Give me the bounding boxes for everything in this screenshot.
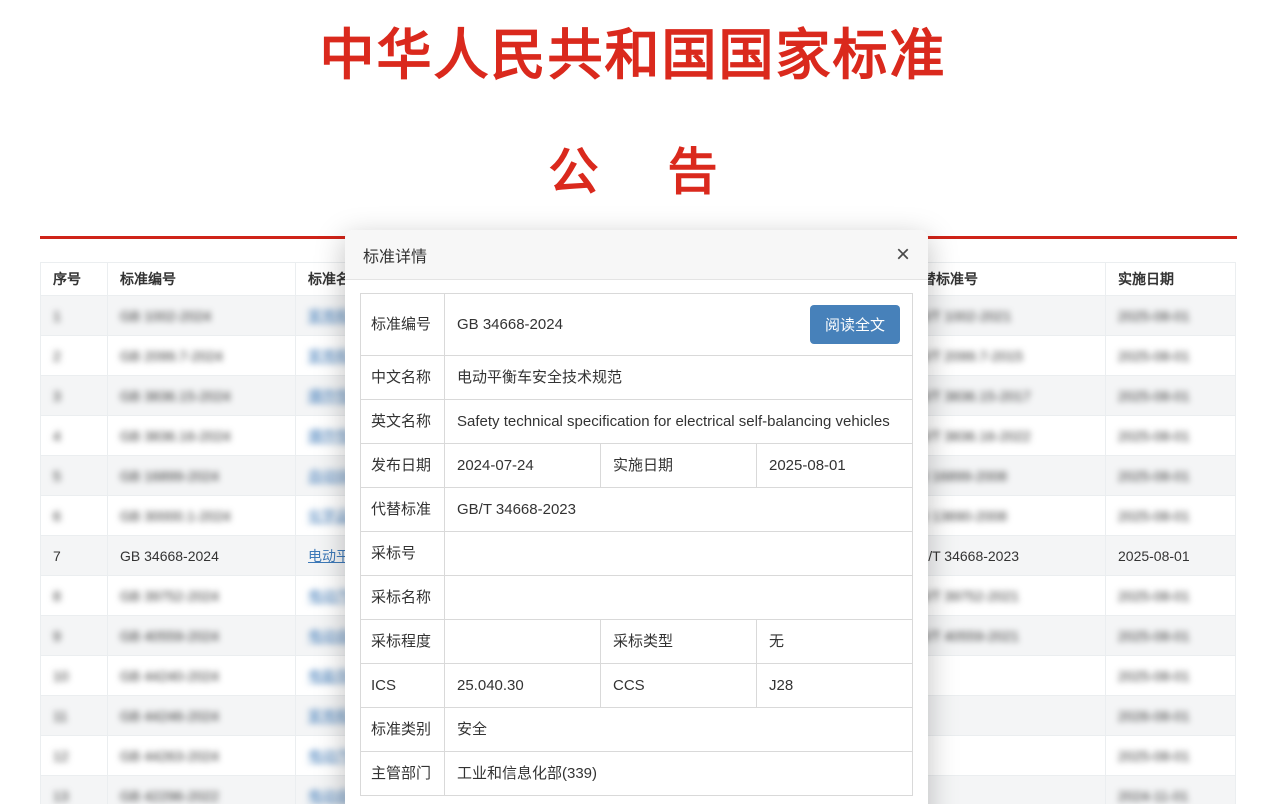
modal-header: 标准详情 × — [345, 230, 928, 280]
row-code: GB 1002-2024 — [120, 308, 211, 324]
row-code: GB 44240-2024 — [120, 668, 219, 684]
adopt-type-value: 无 — [757, 620, 913, 664]
field-label: ICS — [361, 664, 445, 708]
field-label: 中文名称 — [361, 356, 445, 400]
field-label: CCS — [601, 664, 757, 708]
row-seq: 10 — [53, 668, 69, 684]
adopt-degree-value — [445, 620, 601, 664]
row-code: GB 16899-2024 — [120, 468, 219, 484]
col-header-code: 标准编号 — [108, 263, 296, 296]
row-seq: 9 — [53, 628, 61, 644]
detail-row-replace: 代替标准 GB/T 34668-2023 — [361, 488, 913, 532]
standard-detail-modal: 标准详情 × 标准编号 GB 34668-2024 阅读全文 中文名称 电动平衡… — [345, 230, 928, 804]
row-seq: 1 — [53, 308, 61, 324]
row-date: 2025-08-01 — [1118, 428, 1190, 444]
row-seq: 2 — [53, 348, 61, 364]
row-seq: 8 — [53, 588, 61, 604]
row-code: GB 30000.1-2024 — [120, 508, 231, 524]
en-name-value: Safety technical specification for elect… — [445, 400, 913, 444]
detail-row-adopt-name: 采标名称 — [361, 576, 913, 620]
row-code: GB 44246-2024 — [120, 708, 219, 724]
page: 中华人民共和国国家标准 公 告 序号 标准编号 标准名称 代替标准号 实施日期 … — [0, 0, 1266, 804]
row-seq: 11 — [53, 708, 68, 724]
field-label: 代替标准 — [361, 488, 445, 532]
row-date: 2025-08-01 — [1118, 308, 1190, 324]
field-label: 实施日期 — [601, 444, 757, 488]
publish-date-value: 2024-07-24 — [445, 444, 601, 488]
ccs-value: J28 — [757, 664, 913, 708]
row-date: 2025-08-01 — [1118, 588, 1190, 604]
col-header-seq: 序号 — [41, 263, 108, 296]
adopt-name-value — [445, 576, 913, 620]
row-code: GB 42296-2022 — [120, 788, 219, 804]
row-seq: 5 — [53, 468, 61, 484]
page-title: 中华人民共和国国家标准 — [0, 10, 1266, 90]
field-label: 采标名称 — [361, 576, 445, 620]
row-seq: 6 — [53, 508, 61, 524]
adopt-no-value — [445, 532, 913, 576]
cn-name-value: 电动平衡车安全技术规范 — [445, 356, 913, 400]
modal-body: 标准编号 GB 34668-2024 阅读全文 中文名称 电动平衡车安全技术规范… — [345, 280, 928, 804]
detail-row-category: 标准类别 安全 — [361, 708, 913, 752]
row-code: GB 2099.7-2024 — [120, 348, 223, 364]
field-label: 采标号 — [361, 532, 445, 576]
detail-row-adopt: 采标程度 采标类型 无 — [361, 620, 913, 664]
row-seq: 13 — [53, 788, 69, 804]
row-code: GB 44263-2024 — [120, 748, 219, 764]
row-date: 2026-08-01 — [1118, 708, 1190, 724]
detail-row-ics: ICS 25.040.30 CCS J28 — [361, 664, 913, 708]
detail-row-dept: 主管部门 工业和信息化部(339) — [361, 752, 913, 796]
close-icon[interactable]: × — [896, 243, 910, 267]
field-label: 标准编号 — [361, 294, 445, 356]
row-date: 2025-08-01 — [1118, 668, 1190, 684]
row-code: GB 39752-2024 — [120, 588, 219, 604]
row-code: GB 3836.16-2024 — [120, 428, 231, 444]
row-seq: 3 — [53, 388, 61, 404]
detail-row-adopt-no: 采标号 — [361, 532, 913, 576]
standard-code-value: GB 34668-2024 — [457, 314, 563, 335]
field-label: 采标类型 — [601, 620, 757, 664]
modal-title: 标准详情 — [363, 243, 427, 267]
row-date: 2025-08-01 — [1118, 468, 1190, 484]
row-seq: 7 — [53, 548, 61, 564]
replace-value: GB/T 34668-2023 — [445, 488, 913, 532]
detail-row-dates: 发布日期 2024-07-24 实施日期 2025-08-01 — [361, 444, 913, 488]
row-date: 2025-08-01 — [1118, 348, 1190, 364]
row-date: 2024-11-01 — [1118, 788, 1189, 804]
row-code: GB 34668-2024 — [120, 548, 219, 564]
row-seq: 4 — [53, 428, 61, 444]
field-label: 主管部门 — [361, 752, 445, 796]
detail-row-en-name: 英文名称 Safety technical specification for … — [361, 400, 913, 444]
dept-value: 工业和信息化部(339) — [445, 752, 913, 796]
row-date: 2025-08-01 — [1118, 628, 1190, 644]
field-label: 标准类别 — [361, 708, 445, 752]
row-code: GB 3836.15-2024 — [120, 388, 231, 404]
row-date: 2025-08-01 — [1118, 548, 1190, 564]
detail-table: 标准编号 GB 34668-2024 阅读全文 中文名称 电动平衡车安全技术规范… — [360, 293, 913, 796]
col-header-date: 实施日期 — [1106, 263, 1236, 296]
read-full-text-button[interactable]: 阅读全文 — [810, 305, 900, 344]
implement-date-value: 2025-08-01 — [757, 444, 913, 488]
row-seq: 12 — [53, 748, 69, 764]
field-label: 英文名称 — [361, 400, 445, 444]
row-date: 2025-08-01 — [1118, 748, 1190, 764]
page-subtitle: 公 告 — [0, 132, 1266, 204]
detail-row-code: 标准编号 GB 34668-2024 阅读全文 — [361, 294, 913, 356]
row-date: 2025-08-01 — [1118, 508, 1190, 524]
row-date: 2025-08-01 — [1118, 388, 1190, 404]
row-code: GB 40559-2024 — [120, 628, 219, 644]
field-label: 采标程度 — [361, 620, 445, 664]
category-value: 安全 — [445, 708, 913, 752]
ics-value: 25.040.30 — [445, 664, 601, 708]
field-label: 发布日期 — [361, 444, 445, 488]
detail-row-cn-name: 中文名称 电动平衡车安全技术规范 — [361, 356, 913, 400]
